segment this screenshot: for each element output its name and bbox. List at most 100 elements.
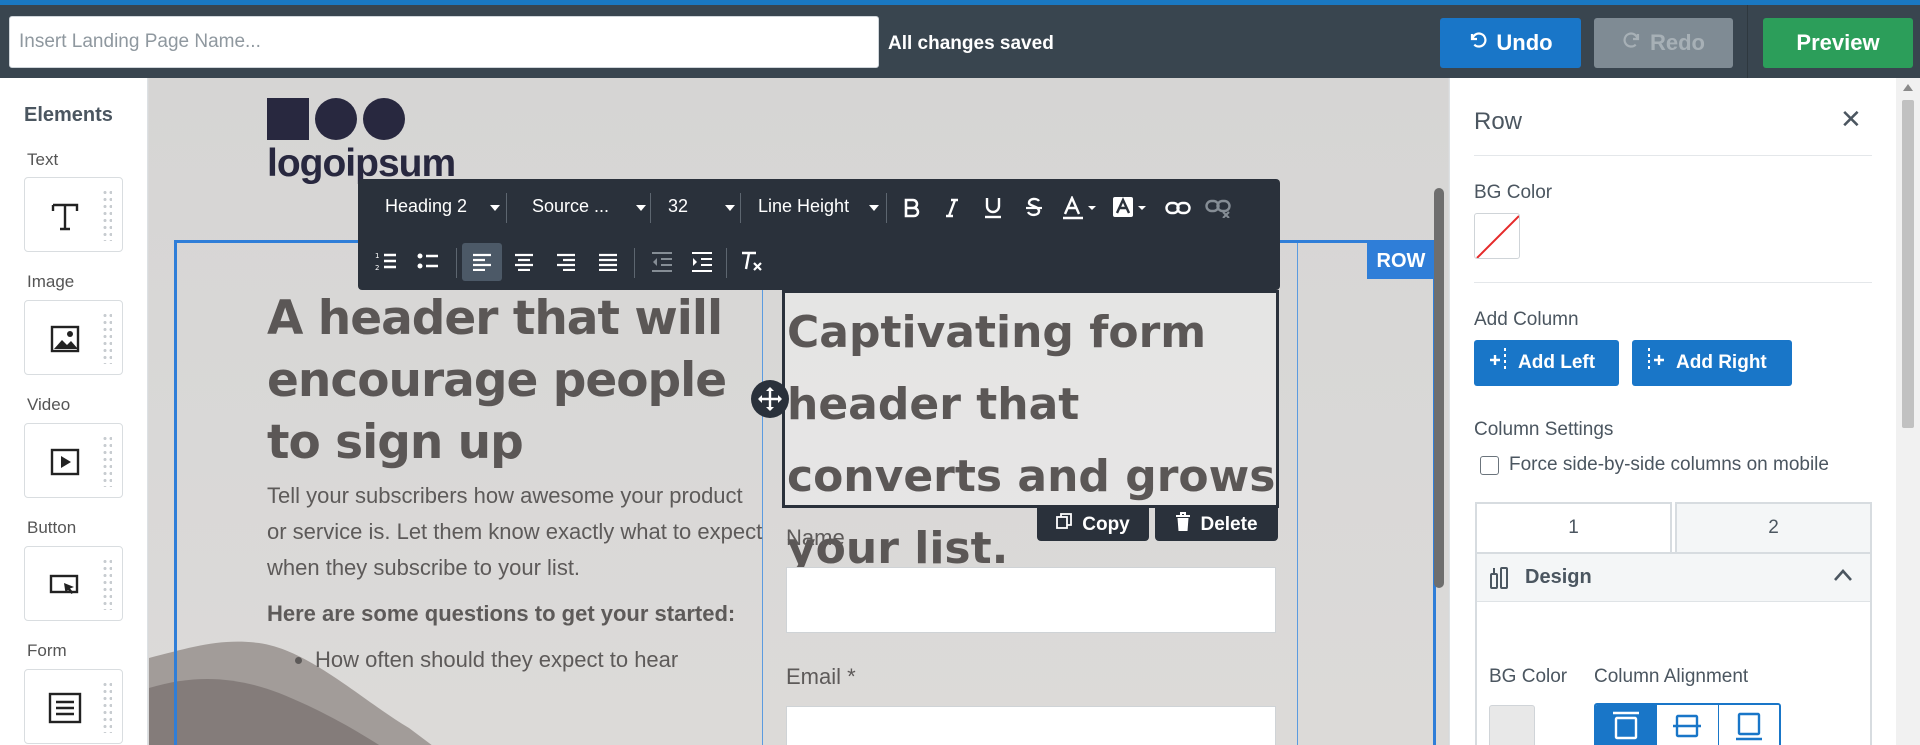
font-size-dropdown[interactable]: 32 xyxy=(668,196,735,217)
form-header-heading[interactable]: Captivating form header that converts an… xyxy=(787,297,1276,585)
align-middle-icon[interactable] xyxy=(1657,705,1719,745)
link-icon[interactable] xyxy=(1160,190,1196,226)
close-icon[interactable]: ✕ xyxy=(1840,104,1862,135)
chevron-down-icon xyxy=(490,205,500,211)
copy-label: Copy xyxy=(1082,513,1130,535)
row-badge[interactable]: ROW xyxy=(1367,243,1435,279)
align-right-icon[interactable] xyxy=(548,244,584,280)
name-label: Name xyxy=(786,525,845,550)
align-left-icon[interactable] xyxy=(462,243,502,281)
column-alignment-label: Column Alignment xyxy=(1594,666,1749,687)
align-justify-icon[interactable] xyxy=(590,244,626,280)
redo-label: Redo xyxy=(1650,30,1705,55)
column-bg-color-swatch[interactable] xyxy=(1489,705,1535,745)
drag-handle-icon[interactable] xyxy=(102,189,112,241)
page-headline[interactable]: A header that will encourage people to s… xyxy=(267,288,767,474)
align-top-icon[interactable] xyxy=(1596,705,1658,745)
scroll-up-icon[interactable] xyxy=(1903,84,1913,91)
add-column-right-icon xyxy=(1646,347,1666,379)
column-bg-color-label: BG Color xyxy=(1489,666,1568,687)
bold-icon[interactable] xyxy=(894,190,930,226)
image-icon xyxy=(45,319,85,359)
text-color-icon[interactable] xyxy=(1058,190,1102,226)
save-status: All changes saved xyxy=(888,33,1054,54)
copy-button[interactable]: Copy xyxy=(1037,508,1149,541)
text-format-toolbar: Heading 2 Source ... 32 Line Height 1 2 xyxy=(358,179,1280,290)
preview-button[interactable]: Preview xyxy=(1763,18,1913,68)
svg-text:1: 1 xyxy=(375,252,379,260)
paint-brush-icon xyxy=(1489,566,1509,595)
element-label-video: Video xyxy=(27,395,71,414)
canvas-scrollbar[interactable] xyxy=(1434,188,1444,588)
redo-button[interactable]: Redo xyxy=(1594,18,1733,68)
chevron-up-icon[interactable] xyxy=(1833,568,1853,587)
questions-list: How often should they expect to hear xyxy=(315,642,767,678)
landing-page-name-input[interactable] xyxy=(9,16,879,68)
element-label-form: Form xyxy=(27,641,67,660)
form-icon xyxy=(45,688,85,728)
line-height-dropdown[interactable]: Line Height xyxy=(758,196,879,217)
list-item[interactable]: How often should they expect to hear xyxy=(315,642,767,678)
font-family-dropdown[interactable]: Source ... xyxy=(532,196,646,217)
email-field[interactable] xyxy=(786,706,1276,745)
panel-title: Row xyxy=(1474,108,1523,135)
highlight-color-icon[interactable] xyxy=(1108,190,1152,226)
redo-icon xyxy=(1622,30,1642,56)
font-family-value: Source ... xyxy=(532,196,610,216)
unlink-icon[interactable] xyxy=(1200,190,1236,226)
name-field[interactable] xyxy=(786,567,1276,633)
line-height-value: Line Height xyxy=(758,196,850,216)
undo-button[interactable]: Undo xyxy=(1440,18,1581,68)
drag-handle-icon[interactable] xyxy=(102,312,112,364)
text-icon xyxy=(45,196,85,236)
tab-column-2[interactable]: 2 xyxy=(1675,502,1872,554)
body-text[interactable]: Tell your subscribers how awesome your p… xyxy=(267,478,767,586)
chevron-down-icon xyxy=(725,205,735,211)
element-video-card[interactable] xyxy=(24,423,123,498)
element-label-image: Image xyxy=(27,272,75,291)
ordered-list-icon[interactable]: 12 xyxy=(368,243,404,279)
add-left-button[interactable]: Add Left xyxy=(1474,340,1619,386)
align-center-icon[interactable] xyxy=(506,244,542,280)
topbar-divider xyxy=(1747,5,1748,83)
italic-icon[interactable] xyxy=(934,190,970,226)
column-settings-label: Column Settings xyxy=(1474,419,1614,440)
column-tabs: 1 2 xyxy=(1475,502,1872,554)
top-bar: All changes saved Undo Redo Preview xyxy=(0,0,1920,83)
form-header-text[interactable]: Captivating form header that converts an… xyxy=(782,290,1279,574)
drag-handle-icon[interactable] xyxy=(102,558,112,610)
column-alignment-group xyxy=(1594,703,1781,745)
row-settings-panel: Row ✕ BG Color Add Column Add Left Add R… xyxy=(1449,78,1920,745)
add-right-button[interactable]: Add Right xyxy=(1632,340,1792,386)
element-button-card[interactable] xyxy=(24,546,123,621)
chevron-down-icon xyxy=(636,205,646,211)
design-section-header[interactable]: Design xyxy=(1477,554,1870,602)
logo[interactable]: logoipsum xyxy=(267,98,456,186)
video-icon xyxy=(45,442,85,482)
clear-formatting-icon[interactable] xyxy=(734,244,770,280)
font-size-value: 32 xyxy=(668,196,689,216)
move-icon[interactable] xyxy=(751,380,789,418)
drag-handle-icon[interactable] xyxy=(102,435,112,487)
bg-color-swatch[interactable] xyxy=(1474,213,1520,259)
align-bottom-icon[interactable] xyxy=(1718,705,1779,745)
underline-icon[interactable] xyxy=(975,190,1011,226)
force-side-by-side-option: Force side-by-side columns on mobile xyxy=(1480,454,1829,476)
svg-text:2: 2 xyxy=(375,264,379,271)
strikethrough-icon[interactable] xyxy=(1016,190,1052,226)
element-text-card[interactable] xyxy=(24,177,123,252)
panel-scrollbar[interactable] xyxy=(1896,78,1920,745)
copy-icon xyxy=(1056,513,1073,536)
bullet-list-icon[interactable] xyxy=(410,243,446,279)
tab-column-1[interactable]: 1 xyxy=(1475,502,1672,554)
delete-button[interactable]: Delete xyxy=(1155,508,1278,541)
element-image-card[interactable] xyxy=(24,300,123,375)
element-form-card[interactable] xyxy=(24,669,123,744)
drag-handle-icon[interactable] xyxy=(102,681,112,733)
indent-icon[interactable] xyxy=(684,244,720,280)
force-side-by-side-checkbox[interactable] xyxy=(1480,455,1499,475)
block-format-dropdown[interactable]: Heading 2 xyxy=(385,196,500,217)
questions-heading[interactable]: Here are some questions to get your star… xyxy=(267,596,767,632)
scrollbar-thumb[interactable] xyxy=(1902,100,1914,428)
outdent-icon[interactable] xyxy=(644,244,680,280)
